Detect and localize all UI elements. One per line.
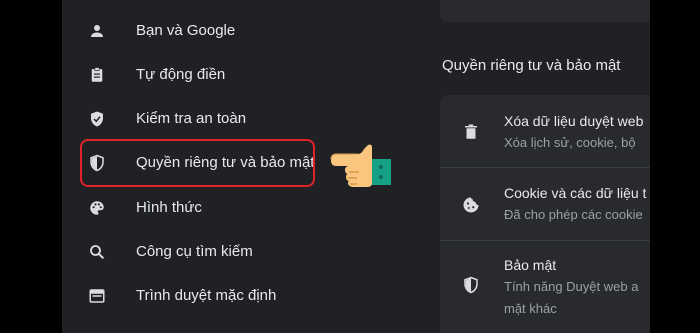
privacy-security-card: Xóa dữ liệu duyệt web Xóa lịch sử, cooki… bbox=[440, 95, 650, 333]
row-title: Cookie và các dữ liệu t bbox=[504, 185, 647, 201]
shield-half-icon bbox=[462, 276, 480, 294]
palette-icon bbox=[88, 199, 106, 217]
sidebar-item-autofill[interactable]: Tự động điền bbox=[62, 55, 422, 95]
trash-icon bbox=[462, 123, 480, 141]
person-icon bbox=[88, 22, 106, 40]
row-subtitle-line-2: mặt khác bbox=[504, 301, 557, 316]
sidebar-item-label: Tự động điền bbox=[136, 66, 226, 83]
selection-highlight-box bbox=[80, 139, 315, 187]
clipboard-icon bbox=[88, 66, 106, 84]
sidebar-item-safety-check[interactable]: Kiểm tra an toàn bbox=[62, 99, 422, 139]
settings-sidebar: Bạn và Google Tự động điền Kiểm tra an t… bbox=[62, 0, 422, 333]
row-subtitle: Xóa lịch sử, cookie, bộ bbox=[504, 135, 636, 150]
search-icon bbox=[88, 243, 106, 261]
row-subtitle: Đã cho phép các cookie bbox=[504, 207, 643, 222]
sidebar-item-label: Công cụ tìm kiếm bbox=[136, 243, 253, 260]
row-title: Bảo mật bbox=[504, 257, 557, 273]
cookies-row[interactable]: Cookie và các dữ liệu t Đã cho phép các … bbox=[440, 168, 650, 238]
previous-section-card bbox=[440, 0, 650, 22]
sidebar-item-default-browser[interactable]: Trình duyệt mặc định bbox=[62, 276, 422, 316]
settings-main-panel: Quyền riêng tư và bảo mật Xóa dữ liệu du… bbox=[426, 0, 650, 333]
browser-window-icon bbox=[88, 287, 106, 305]
shield-check-icon bbox=[88, 110, 106, 128]
row-subtitle: Tính năng Duyệt web a bbox=[504, 279, 639, 294]
sidebar-item-label: Trình duyệt mặc định bbox=[136, 287, 277, 304]
pointing-hand-icon bbox=[329, 137, 393, 197]
row-title: Xóa dữ liệu duyệt web bbox=[504, 113, 644, 129]
sidebar-item-you-and-google[interactable]: Bạn và Google bbox=[62, 11, 422, 51]
cookie-icon bbox=[462, 196, 480, 214]
sidebar-item-search-engine[interactable]: Công cụ tìm kiếm bbox=[62, 232, 422, 272]
sidebar-item-label: Bạn và Google bbox=[136, 22, 236, 39]
sidebar-item-label: Kiểm tra an toàn bbox=[136, 110, 247, 127]
clear-browsing-data-row[interactable]: Xóa dữ liệu duyệt web Xóa lịch sử, cooki… bbox=[440, 95, 650, 165]
security-row[interactable]: Bảo mật Tính năng Duyệt web a mặt khác bbox=[440, 241, 650, 333]
sidebar-item-label: Hình thức bbox=[136, 199, 202, 216]
chrome-settings-window: Bạn và Google Tự động điền Kiểm tra an t… bbox=[62, 0, 650, 333]
section-title: Quyền riêng tư và bảo mật bbox=[442, 57, 621, 74]
